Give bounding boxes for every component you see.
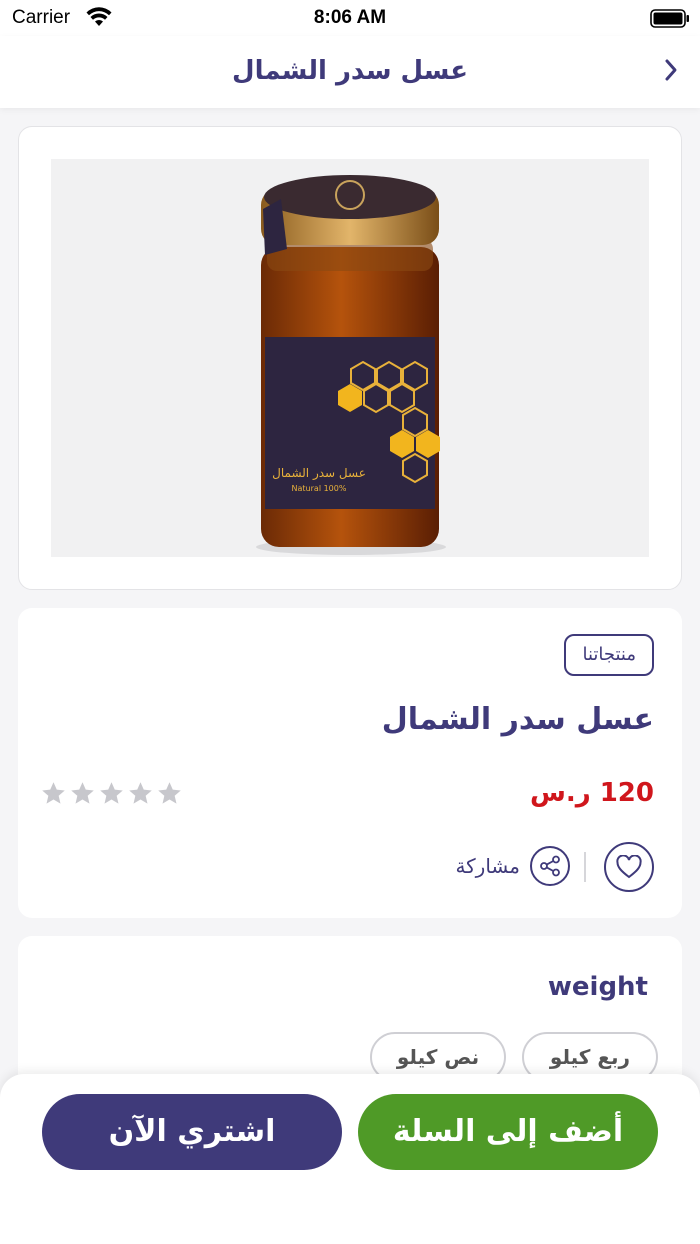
buy-now-button[interactable]: اشتري الآن	[42, 1094, 342, 1170]
star-icon[interactable]	[40, 780, 67, 807]
product-title: عسل سدر الشمال	[381, 702, 654, 737]
action-divider	[584, 852, 586, 882]
bottom-action-bar: أضف إلى السلة اشتري الآن	[0, 1074, 700, 1244]
page-title: عسل سدر الشمال	[232, 56, 468, 86]
product-image[interactable]: عسل سدر الشمال Natural 100%	[51, 159, 649, 557]
clock: 8:06 AM	[313, 7, 387, 28]
star-icon[interactable]	[69, 780, 96, 807]
product-info-card: منتجاتنا عسل سدر الشمال 120 ر.س مشاركة	[18, 608, 682, 918]
status-bar: Carrier 8:06 AM	[0, 0, 700, 36]
product-image-card: عسل سدر الشمال Natural 100%	[18, 126, 682, 590]
chevron-right-icon[interactable]	[664, 58, 678, 86]
star-icon[interactable]	[127, 780, 154, 807]
share-icon	[530, 846, 570, 886]
battery-icon	[650, 9, 690, 32]
star-icon[interactable]	[156, 780, 183, 807]
add-to-cart-button[interactable]: أضف إلى السلة	[358, 1094, 658, 1170]
nav-bar: عسل سدر الشمال	[0, 36, 700, 108]
star-icon[interactable]	[98, 780, 125, 807]
jar-sublabel-text: Natural 100%	[292, 484, 347, 493]
category-tag[interactable]: منتجاتنا	[564, 634, 654, 676]
heart-icon	[616, 855, 642, 879]
share-button[interactable]: مشاركة	[455, 846, 570, 886]
product-price: 120 ر.س	[529, 778, 654, 808]
favorite-button[interactable]	[604, 842, 654, 892]
jar-label-text: عسل سدر الشمال	[272, 466, 366, 481]
rating-stars[interactable]	[40, 780, 183, 807]
share-label: مشاركة	[455, 854, 520, 878]
weight-title: weight	[547, 972, 648, 1002]
